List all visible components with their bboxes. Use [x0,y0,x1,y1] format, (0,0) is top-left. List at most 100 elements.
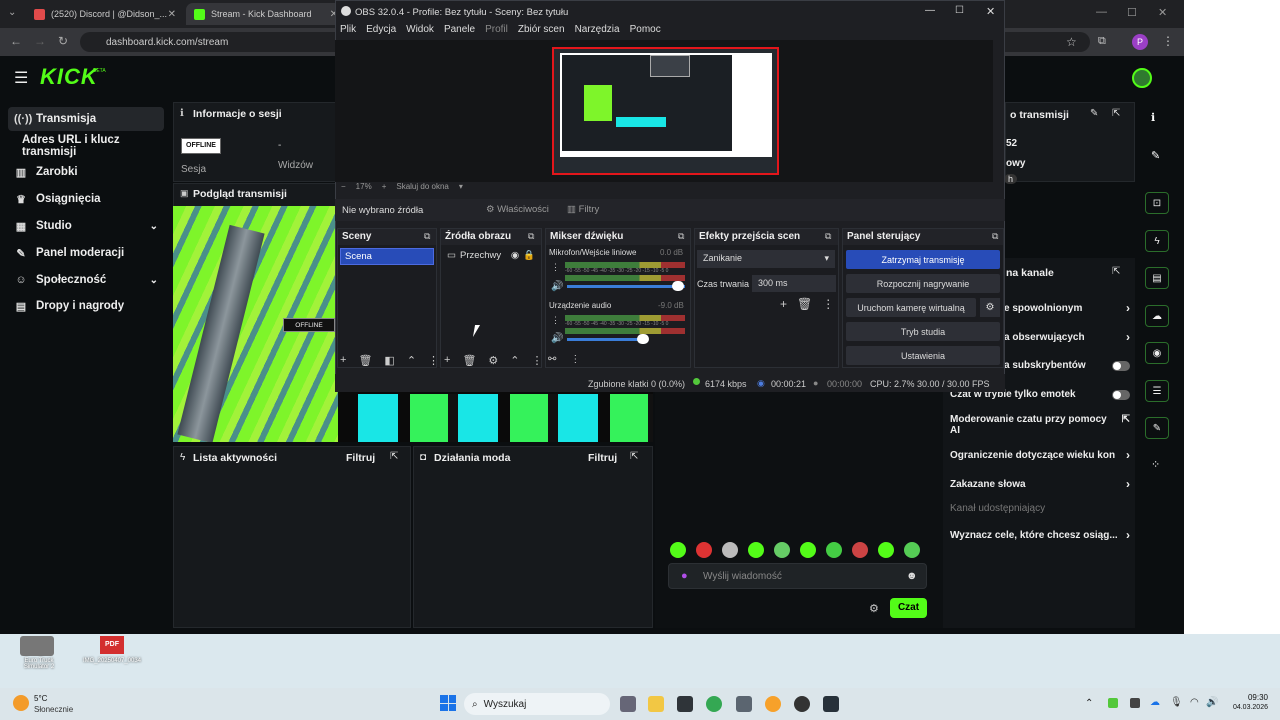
mic-icon[interactable]: ● [681,570,688,582]
gear-icon[interactable]: ⚙ [980,298,1000,317]
stop-streaming-button[interactable]: Zatrzymaj transmisję [846,250,1000,269]
profile-avatar[interactable]: P [1132,34,1148,50]
trash-icon[interactable]: 🗑 [358,354,372,367]
sidebar-item-osiagniecia[interactable]: ♛ Osiągnięcia [8,187,164,211]
euro-truck-icon[interactable] [20,636,54,656]
menu-edycja[interactable]: Edycja [366,24,396,38]
app2-icon[interactable] [823,696,839,712]
ai-moderation-row[interactable]: Moderowanie czatu przy pomocy AI ⇱ [950,414,1130,436]
menu-pomoc[interactable]: Pomoc [630,24,661,38]
mod-filter-button[interactable]: Filtruj [588,452,617,464]
clock-date[interactable]: 04.03.2026 [1226,704,1268,711]
virtual-camera-button[interactable]: Uruchom kamerę wirtualną [846,298,976,317]
dock-menu-icon[interactable]: ⧉ [825,231,831,242]
eye-icon[interactable]: ◉ [511,250,519,263]
tray-app-icon[interactable] [1108,698,1118,708]
hamburger-icon[interactable]: ☰ [14,68,28,88]
kick-logo[interactable]: KICK [40,64,98,90]
minimize-icon[interactable]: — [1096,6,1107,18]
emote-icon[interactable] [826,542,842,558]
layout-icon[interactable]: ☰ [1145,380,1169,402]
more-icon[interactable]: ⋮ [570,354,580,365]
taskbar-search[interactable]: ⌕ Wyszukaj [464,693,610,715]
sidebar-item-transmisja[interactable]: ((·)) Transmisja [8,107,164,131]
sidebar-item-panel-moderacji[interactable]: ✎ Panel moderacji [8,241,164,265]
document-icon[interactable]: ▤ [1145,267,1169,289]
speaker-icon[interactable]: 🔊 [551,281,563,292]
sidebar-item-studio[interactable]: ▦ Studio ⌄ [8,214,164,238]
more-icon[interactable]: ⋮ [428,354,439,367]
emote-icon[interactable] [670,542,686,558]
broadcast-icon[interactable]: ◉ [1145,342,1169,364]
maximize-icon[interactable]: ☐ [1127,6,1137,19]
zoom-out-button[interactable]: − [341,182,346,194]
activity-filter-button[interactable]: Filtruj [346,452,375,464]
zoom-in-button[interactable]: + [382,182,387,194]
task-view-icon[interactable] [620,696,636,712]
emote-icon[interactable] [852,542,868,558]
tab-search-icon[interactable]: ⌄ [8,7,16,18]
dock-menu-icon[interactable]: ⧉ [678,231,684,242]
sidebar-item-zarobki[interactable]: ▥ Zarobki [8,160,164,184]
filters-button[interactable]: ▥ Filtry [567,204,599,215]
file-explorer-icon[interactable] [648,696,664,712]
menu-widok[interactable]: Widok [406,24,434,38]
windows-start-icon[interactable] [440,695,456,711]
clock-time[interactable]: 09:30 [1228,693,1268,702]
browser-icon[interactable] [765,696,781,712]
emoji-icon[interactable]: ☻ [906,570,918,582]
sidebar-item-spolecznosc[interactable]: ☺ Społeczność ⌄ [8,268,164,292]
mic-volume-slider[interactable] [567,285,685,288]
up-icon[interactable]: ⌃ [510,354,519,367]
emote-icon[interactable] [696,542,712,558]
tab-kick[interactable]: Stream - Kick Dashboard ✕ [186,3,346,25]
store-icon[interactable] [677,696,693,712]
up-icon[interactable]: ⌃ [407,354,416,367]
subscribers-toggle[interactable] [1112,360,1130,371]
popout-icon[interactable]: ⇱ [630,451,638,462]
user-avatar[interactable] [1132,68,1152,88]
start-recording-button[interactable]: Rozpocznij nagrywanie [846,274,1000,293]
transition-select[interactable]: Zanikanie ▾ [697,250,835,268]
reload-icon[interactable]: ↻ [58,34,68,48]
back-icon[interactable]: ← [10,34,22,48]
menu-icon[interactable]: ⋮ [1162,34,1174,48]
more-icon[interactable]: ⋮ [822,297,834,311]
more-icon[interactable]: ⋮ [551,315,560,326]
audio-volume-handle[interactable] [637,334,649,344]
audio-volume-slider[interactable] [567,338,647,341]
obs-icon[interactable] [794,696,810,712]
link-icon[interactable]: ⚯ [548,354,556,365]
mic-volume-handle[interactable] [672,281,684,291]
pdf-file-icon[interactable]: PDF [100,636,124,654]
followers-mode-row[interactable]: a obserwujących › [1004,330,1130,344]
weather-icon[interactable] [13,695,29,711]
studio-mode-button[interactable]: Tryb studia [846,322,1000,341]
age-restriction-row[interactable]: Ograniczenie dotyczące wieku kon › [950,448,1130,462]
menu-panele[interactable]: Panele [444,24,475,38]
bookmark-icon[interactable]: ☆ [1066,35,1077,49]
tab-discord[interactable]: (2520) Discord | @Didson_... ✕ [26,3,184,25]
sidebar-item-dropy[interactable]: ▤ Dropy i nagrody [8,294,164,318]
edit-icon[interactable]: ✎ [1090,108,1098,119]
forward-icon[interactable]: → [34,34,46,48]
add-icon[interactable]: + [444,354,450,367]
emote-icon[interactable] [748,542,764,558]
zoom-mode[interactable]: Skaluj do okna [396,182,448,194]
chevron-down-icon[interactable]: ▾ [459,182,463,194]
duration-input[interactable]: 300 ms [752,275,836,292]
more-icon[interactable]: ⋮ [551,262,560,273]
apps-icon[interactable]: ⁘ [1151,458,1160,471]
wifi-icon[interactable]: ◠ [1190,697,1199,708]
gear-icon[interactable]: ⚙ [869,602,879,615]
properties-button[interactable]: ⚙ Właściwości [486,204,549,215]
app-icon[interactable] [736,696,752,712]
more-icon[interactable]: ⋮ [532,354,543,367]
menu-plik[interactable]: Plik [340,24,356,38]
banned-words-row[interactable]: Zakazane słowa › [950,477,1130,491]
popout-icon[interactable]: ⇱ [1112,108,1120,119]
filter-icon[interactable]: ◧ [384,354,394,367]
lightning-icon[interactable]: ϟ [1145,230,1169,252]
emote-icon[interactable] [878,542,894,558]
source-item[interactable]: ▭ Przechwy ◉ 🔒 [443,248,539,265]
